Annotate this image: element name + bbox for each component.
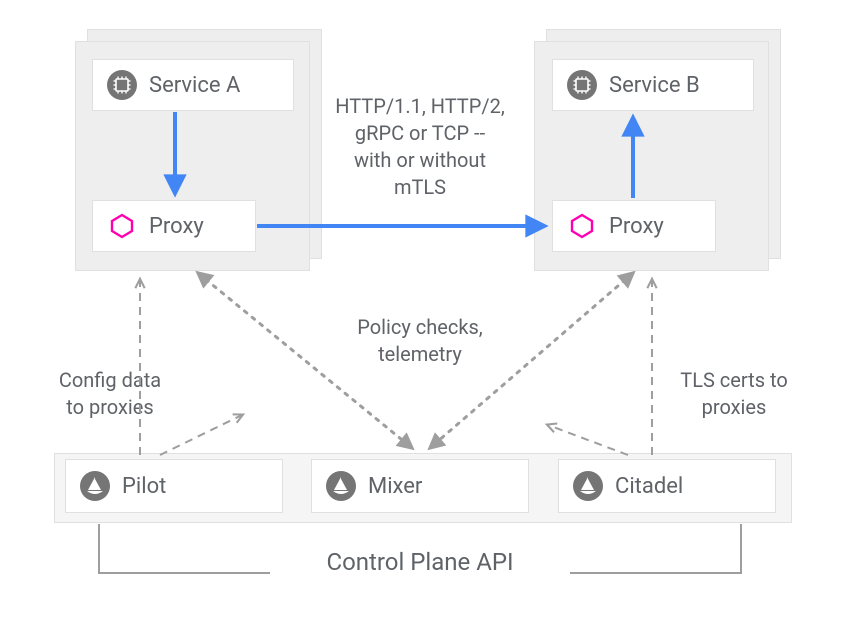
service-b-label: Service B (609, 73, 700, 98)
service-a-box: Service A (92, 59, 294, 111)
sailboat-icon (573, 471, 603, 501)
chip-icon (107, 70, 137, 100)
citadel-label: Citadel (615, 474, 683, 499)
pilot-box: Pilot (65, 459, 283, 513)
diagram-canvas: Service A Proxy Service B Proxy Pilot (0, 0, 845, 618)
citadel-box: Citadel (558, 459, 776, 513)
proxy-a-label: Proxy (149, 214, 204, 239)
service-b-box: Service B (552, 59, 754, 111)
chip-icon (567, 70, 597, 100)
protocols-label: HTTP/1.1, HTTP/2, gRPC or TCP -- with or… (320, 93, 520, 201)
mixer-label: Mixer (368, 474, 422, 499)
proxy-a-box: Proxy (92, 200, 256, 252)
sailboat-icon (326, 471, 356, 501)
service-a-label: Service A (149, 73, 240, 98)
hexagon-icon (567, 211, 597, 241)
pilot-label: Pilot (122, 474, 166, 499)
proxy-b-box: Proxy (552, 200, 716, 252)
policy-label: Policy checks, telemetry (330, 314, 510, 368)
proxy-b-label: Proxy (609, 214, 664, 239)
config-label: Config data to proxies (40, 367, 180, 421)
arrow-pilot-branch (160, 415, 242, 455)
arrow-citadel-branch (548, 425, 628, 455)
mixer-box: Mixer (311, 459, 529, 513)
sailboat-icon (80, 471, 110, 501)
hexagon-icon (107, 211, 137, 241)
control-plane-api-label: Control Plane API (270, 546, 570, 578)
tls-label: TLS certs to proxies (664, 367, 804, 421)
